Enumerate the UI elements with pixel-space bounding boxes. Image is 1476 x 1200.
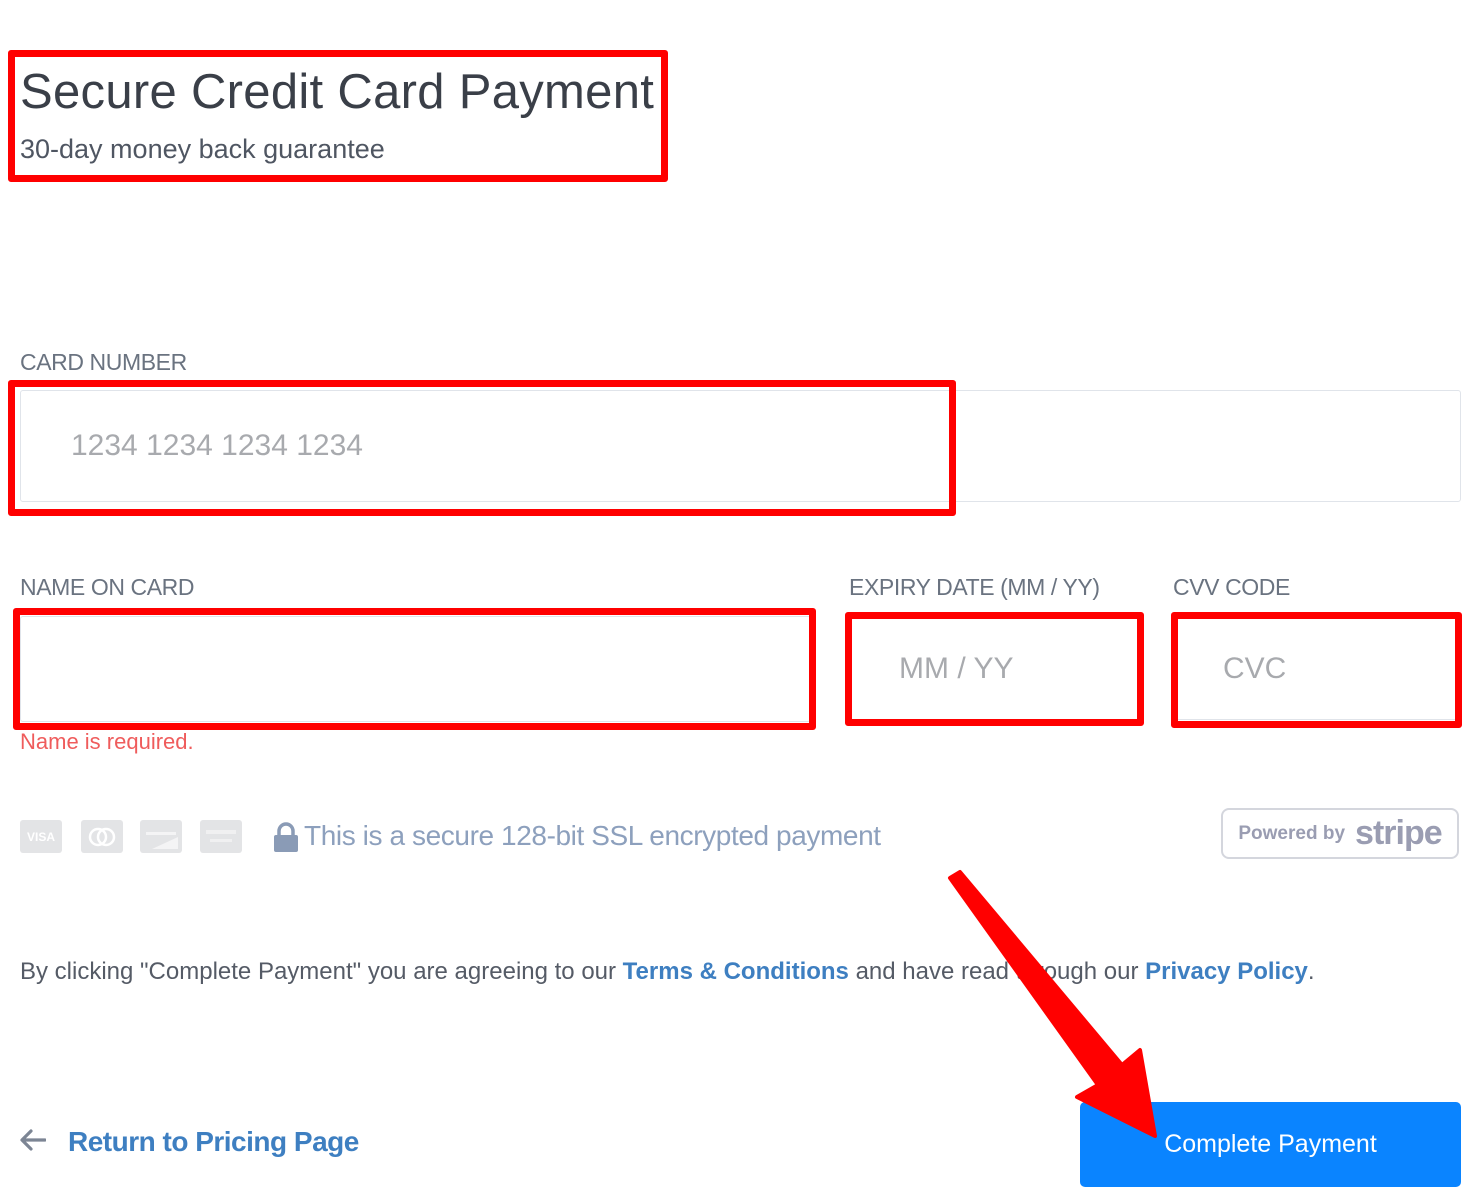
mastercard-icon bbox=[81, 820, 123, 853]
annotation-arrow-shape bbox=[948, 870, 1157, 1138]
name-on-card-input[interactable] bbox=[51, 617, 810, 721]
complete-payment-button[interactable]: Complete Payment bbox=[1080, 1102, 1461, 1187]
arrow-left-icon bbox=[20, 1128, 47, 1156]
cvv-label: CVV CODE bbox=[1173, 574, 1290, 600]
expiry-input[interactable] bbox=[899, 619, 1139, 719]
stripe-logo: stripe bbox=[1355, 814, 1443, 852]
page-subtitle: 30-day money back guarantee bbox=[20, 134, 385, 164]
amex-icon bbox=[200, 820, 242, 853]
terms-conditions-link[interactable]: Terms & Conditions bbox=[623, 958, 849, 985]
return-to-pricing-label: Return to Pricing Page bbox=[68, 1126, 359, 1157]
return-to-pricing-link[interactable]: Return to Pricing Page bbox=[20, 1126, 359, 1158]
card-number-input[interactable] bbox=[71, 391, 1460, 501]
name-on-card-label: NAME ON CARD bbox=[20, 574, 195, 600]
visa-icon-text: VISA bbox=[26, 829, 55, 844]
name-on-card-field[interactable] bbox=[20, 616, 811, 722]
page-title: Secure Credit Card Payment bbox=[20, 65, 655, 119]
ssl-message: This is a secure 128-bit SSL encrypted p… bbox=[304, 820, 881, 851]
powered-by-text: Powered by bbox=[1238, 822, 1346, 844]
expiry-label: EXPIRY DATE (MM / YY) bbox=[849, 574, 1100, 600]
terms-middle: and have read through our bbox=[848, 958, 1146, 985]
card-number-field[interactable] bbox=[20, 390, 1461, 502]
amex-mark bbox=[206, 829, 236, 842]
terms-prefix: By clicking "Complete Payment" you are a… bbox=[20, 958, 623, 985]
name-error-message: Name is required. bbox=[20, 729, 194, 754]
terms-suffix: . bbox=[1307, 958, 1315, 985]
card-number-label: CARD NUMBER bbox=[20, 349, 187, 375]
cvv-input[interactable] bbox=[1223, 619, 1457, 719]
cvv-field[interactable] bbox=[1176, 618, 1458, 720]
expiry-field[interactable] bbox=[850, 618, 1140, 720]
terms-notice: By clicking "Complete Payment" you are a… bbox=[20, 958, 1315, 986]
discover-mark bbox=[146, 831, 178, 849]
powered-by-stripe-badge[interactable]: Powered by stripe bbox=[1221, 808, 1459, 859]
discover-icon bbox=[140, 820, 182, 853]
privacy-policy-link[interactable]: Privacy Policy bbox=[1145, 958, 1308, 985]
lock-icon bbox=[273, 822, 299, 857]
visa-icon: VISA bbox=[20, 820, 62, 853]
mastercard-circles bbox=[88, 827, 116, 846]
